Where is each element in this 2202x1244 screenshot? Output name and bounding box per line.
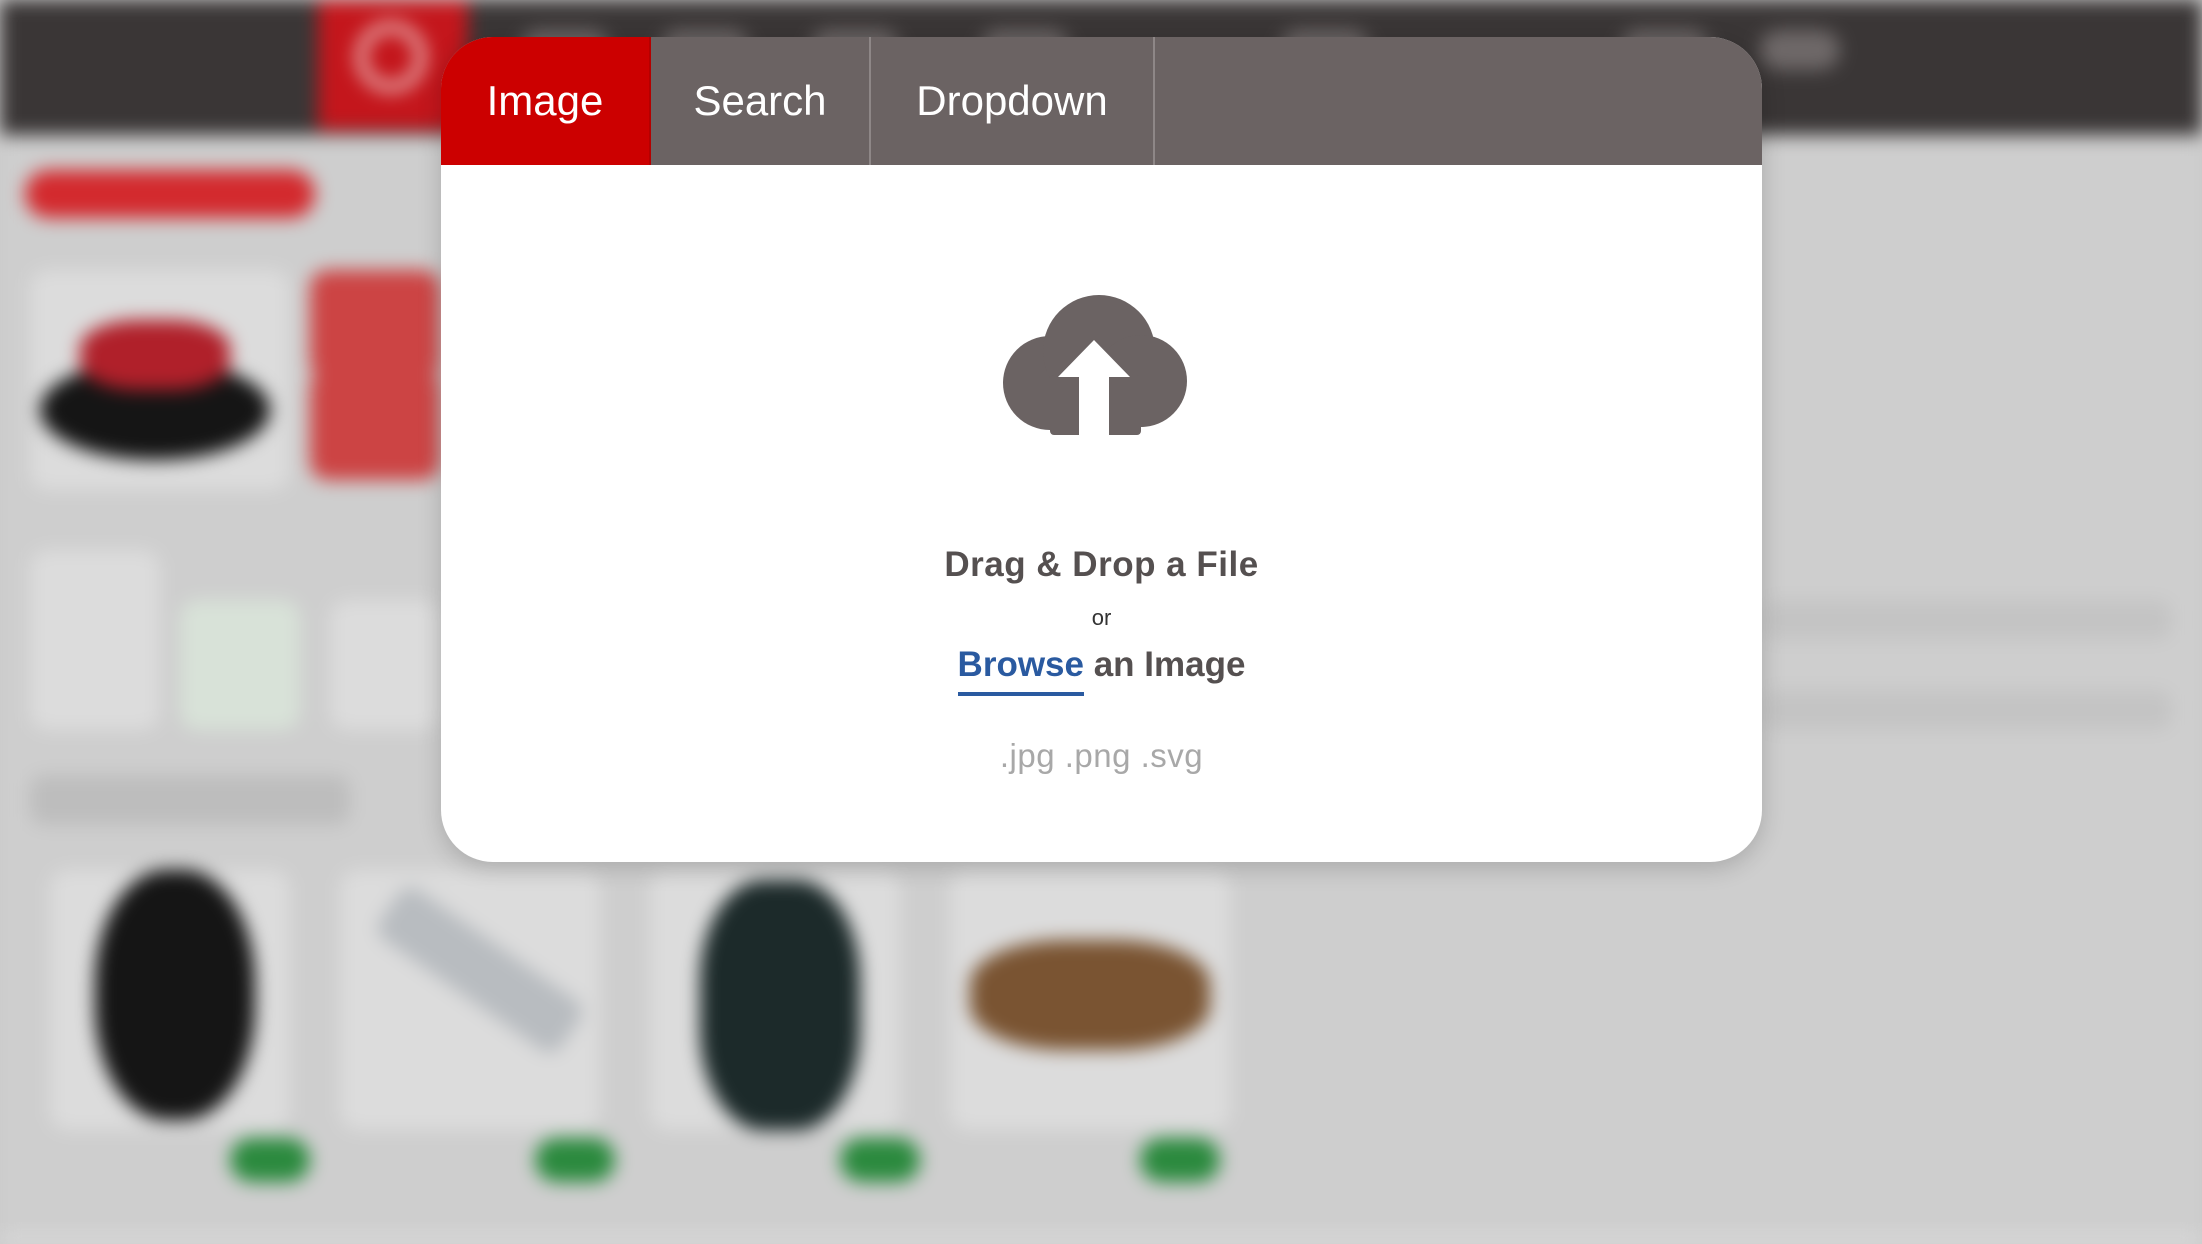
or-label: or [1091, 605, 1112, 630]
background-product [95, 870, 255, 1120]
drag-drop-label: Drag & Drop a File [944, 545, 1259, 584]
cloud-upload-icon [1003, 295, 1187, 435]
background-button [1140, 1138, 1220, 1182]
browse-line: Browse an Image [441, 645, 1762, 696]
background-bar [30, 775, 350, 825]
background-product [970, 940, 1210, 1050]
background-nav-item [1760, 30, 1840, 70]
search-modal: Image Search Dropdown Drag & Drop a File… [441, 37, 1762, 862]
tab-search[interactable]: Search [651, 37, 871, 165]
background-card [30, 550, 160, 730]
background-product [700, 880, 860, 1130]
tab-image[interactable]: Image [441, 37, 651, 165]
browse-link[interactable]: Browse [957, 645, 1084, 696]
background-button [840, 1138, 920, 1182]
background-card [310, 270, 440, 380]
background-card [310, 370, 440, 480]
background-product [80, 320, 230, 390]
browse-suffix: an Image [1083, 645, 1246, 684]
tab-dropdown[interactable]: Dropdown [871, 37, 1155, 165]
tab-bar: Image Search Dropdown [441, 37, 1762, 165]
background-button [25, 170, 315, 218]
background-card [330, 600, 440, 730]
accepted-formats: .jpg .png .svg [999, 737, 1204, 774]
file-drop-zone[interactable]: Drag & Drop a File or Browse an Image .j… [441, 165, 1762, 862]
background-footer [0, 1238, 2202, 1244]
background-button [535, 1138, 615, 1182]
background-card [180, 600, 300, 730]
background-button [230, 1138, 310, 1182]
background-bar [1762, 600, 2172, 640]
background-bar [1762, 690, 2172, 730]
